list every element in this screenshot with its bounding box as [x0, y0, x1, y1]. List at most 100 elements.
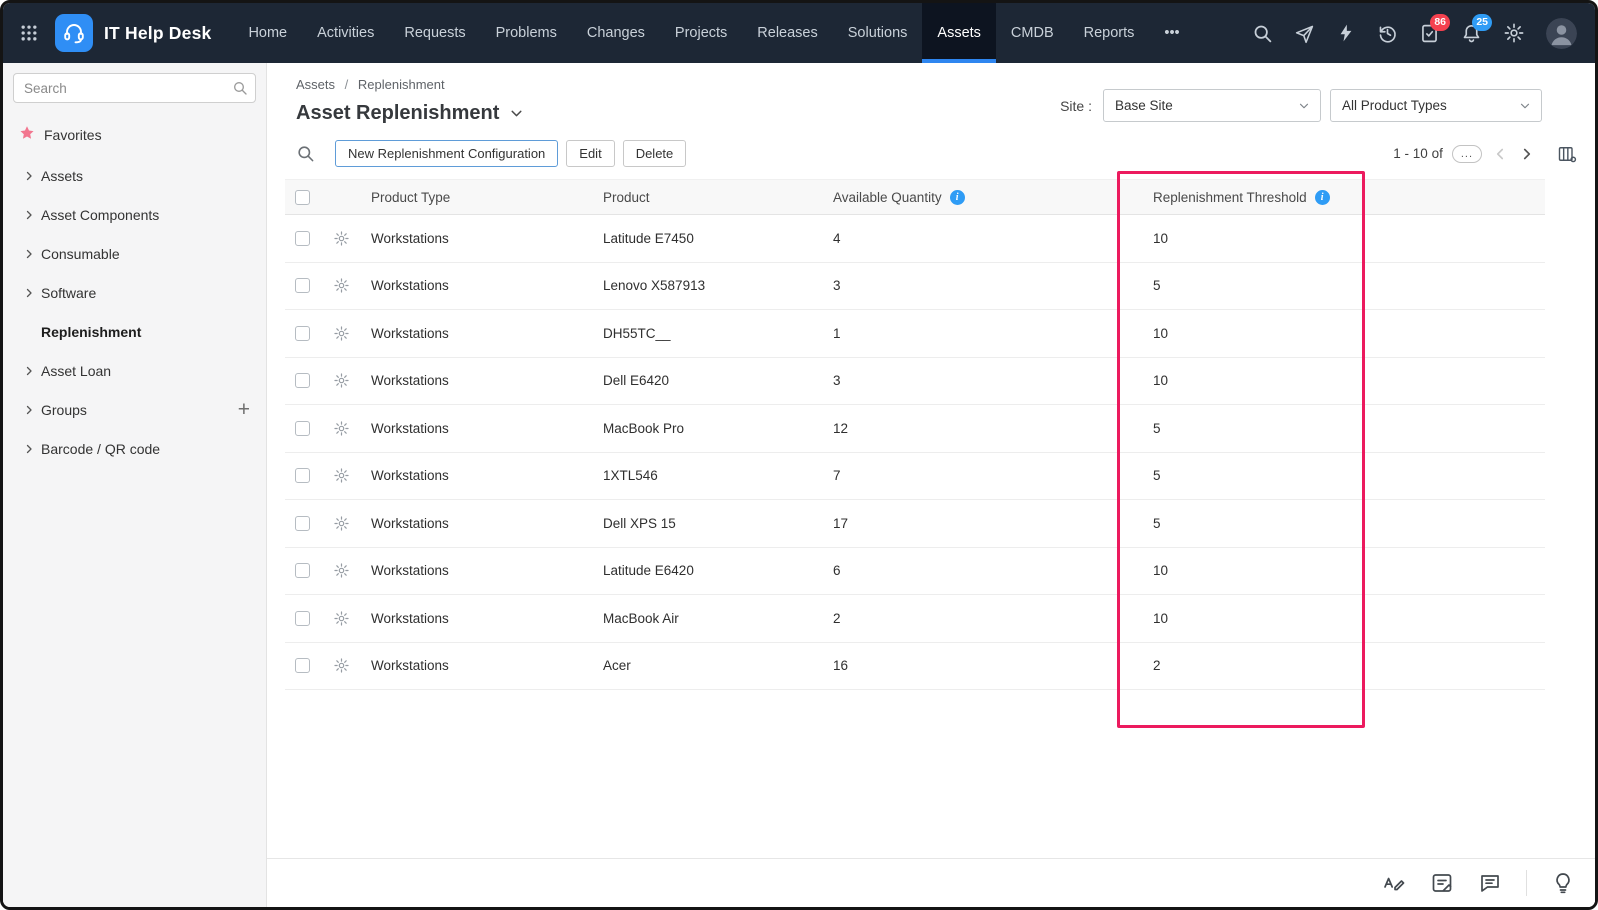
select-all-checkbox[interactable]: [295, 190, 310, 205]
table-row[interactable]: Workstations DH55TC__ 1 10: [285, 310, 1545, 358]
sidebar-item-barcode-qr-code[interactable]: Barcode / QR code +: [3, 429, 266, 468]
row-settings-gear-icon[interactable]: [333, 230, 350, 247]
nav-item-releases[interactable]: Releases: [742, 3, 832, 63]
nav-item-solutions[interactable]: Solutions: [833, 3, 923, 63]
sidebar-item-asset-components[interactable]: Asset Components +: [3, 195, 266, 234]
table-row[interactable]: Workstations Latitude E7450 4 10: [285, 215, 1545, 263]
row-checkbox[interactable]: [295, 231, 310, 246]
nav-item-assets[interactable]: Assets: [922, 3, 996, 63]
feedback-form-icon[interactable]: [1430, 871, 1454, 895]
table-row[interactable]: Workstations MacBook Air 2 10: [285, 595, 1545, 643]
apps-waffle-icon[interactable]: [19, 23, 39, 43]
chevron-right-icon: [23, 404, 35, 416]
chat-icon[interactable]: [1478, 871, 1502, 895]
nav-item-activities[interactable]: Activities: [302, 3, 389, 63]
row-checkbox[interactable]: [295, 468, 310, 483]
chevron-right-icon: [23, 170, 35, 182]
site-select[interactable]: Base Site: [1103, 89, 1321, 122]
row-settings-gear-icon[interactable]: [333, 562, 350, 579]
nav-item-reports[interactable]: Reports: [1069, 3, 1150, 63]
nav-item-requests[interactable]: Requests: [389, 3, 480, 63]
nav-item-projects[interactable]: Projects: [660, 3, 742, 63]
search-icon[interactable]: [1252, 23, 1273, 44]
cell-replenishment-threshold: 5: [1153, 278, 1545, 293]
row-checkbox[interactable]: [295, 658, 310, 673]
cell-available-quantity: 4: [833, 231, 1153, 246]
pagination-next-icon[interactable]: [1518, 145, 1536, 163]
replenishment-threshold-info-icon[interactable]: i: [1315, 190, 1330, 205]
nav-item-problems[interactable]: Problems: [481, 3, 572, 63]
cell-product-type: Workstations: [371, 421, 603, 436]
row-settings-gear-icon[interactable]: [333, 277, 350, 294]
available-quantity-info-icon[interactable]: i: [950, 190, 965, 205]
new-replenishment-configuration-button[interactable]: New Replenishment Configuration: [335, 140, 558, 167]
user-avatar[interactable]: [1546, 18, 1577, 49]
table-row[interactable]: Workstations Latitude E6420 6 10: [285, 548, 1545, 596]
breadcrumb-assets[interactable]: Assets: [296, 77, 335, 92]
column-header-product-type[interactable]: Product Type: [371, 190, 603, 205]
app-logo-headset-icon[interactable]: [55, 14, 93, 52]
sidebar-item-assets[interactable]: Assets +: [3, 156, 266, 195]
product-type-select[interactable]: All Product Types: [1330, 89, 1542, 122]
row-settings-gear-icon[interactable]: [333, 467, 350, 484]
settings-gear-icon[interactable]: [1503, 22, 1525, 44]
chevron-right-icon: [23, 365, 35, 377]
row-settings-gear-icon[interactable]: [333, 515, 350, 532]
nav-item-cmdb[interactable]: CMDB: [996, 3, 1069, 63]
column-header-replenishment-threshold[interactable]: Replenishment Threshold i: [1153, 190, 1545, 205]
sidebar-item-replenishment[interactable]: Replenishment +: [3, 312, 266, 351]
row-settings-gear-icon[interactable]: [333, 657, 350, 674]
row-checkbox[interactable]: [295, 516, 310, 531]
row-checkbox[interactable]: [295, 373, 310, 388]
row-settings-gear-icon[interactable]: [333, 325, 350, 342]
delete-button[interactable]: Delete: [623, 140, 687, 167]
sidebar-item-asset-loan[interactable]: Asset Loan +: [3, 351, 266, 390]
approvals-icon[interactable]: 86: [1419, 23, 1440, 44]
lightbulb-icon[interactable]: [1551, 871, 1575, 895]
row-checkbox[interactable]: [295, 326, 310, 341]
row-checkbox[interactable]: [295, 278, 310, 293]
row-checkbox[interactable]: [295, 611, 310, 626]
sidebar-item-consumable[interactable]: Consumable +: [3, 234, 266, 273]
table-row[interactable]: Workstations MacBook Pro 12 5: [285, 405, 1545, 453]
table-row[interactable]: Workstations Acer 16 2: [285, 643, 1545, 691]
row-settings-gear-icon[interactable]: [333, 420, 350, 437]
row-settings-gear-icon[interactable]: [333, 372, 350, 389]
edit-button[interactable]: Edit: [566, 140, 614, 167]
chevron-down-icon: [1518, 99, 1532, 113]
notifications-bell-icon[interactable]: 25: [1461, 23, 1482, 44]
page-title-text: Asset Replenishment: [296, 102, 499, 125]
sidebar-item-favorites[interactable]: Favorites: [3, 115, 266, 156]
column-header-available-quantity[interactable]: Available Quantity i: [833, 190, 1153, 205]
pagination-more-button[interactable]: ...: [1452, 145, 1482, 163]
page-title: Asset Replenishment: [296, 102, 525, 125]
sidebar-search-icon[interactable]: [232, 80, 248, 101]
nav-item-changes[interactable]: Changes: [572, 3, 660, 63]
column-header-product[interactable]: Product: [603, 190, 833, 205]
add-icon[interactable]: +: [238, 399, 250, 420]
pagination-prev-icon[interactable]: [1491, 145, 1509, 163]
table-row[interactable]: Workstations Dell XPS 15 17 5: [285, 500, 1545, 548]
sidebar-item-groups[interactable]: Groups +: [3, 390, 266, 429]
quick-actions-icon[interactable]: [1294, 23, 1315, 44]
table-row[interactable]: Workstations Dell E6420 3 10: [285, 358, 1545, 406]
list-search-icon[interactable]: [296, 144, 315, 163]
zia-flash-icon[interactable]: [1336, 23, 1356, 43]
history-icon[interactable]: [1377, 23, 1398, 44]
sidebar-search-input[interactable]: [13, 73, 256, 103]
row-settings-gear-icon[interactable]: [333, 610, 350, 627]
column-settings-icon[interactable]: [1557, 144, 1577, 164]
handwriting-icon[interactable]: [1382, 871, 1406, 895]
table-row[interactable]: Workstations Lenovo X587913 3 5: [285, 263, 1545, 311]
table-row[interactable]: Workstations 1XTL546 7 5: [285, 453, 1545, 501]
cell-product: Dell E6420: [603, 373, 833, 388]
cell-replenishment-threshold: 10: [1153, 611, 1545, 626]
row-checkbox[interactable]: [295, 563, 310, 578]
nav-item-home[interactable]: Home: [233, 3, 302, 63]
filters: Site : Base Site All Product Types: [1060, 89, 1542, 122]
title-chevron-down-icon[interactable]: [508, 105, 525, 122]
sidebar-item-label: Replenishment: [41, 324, 141, 340]
row-checkbox[interactable]: [295, 421, 310, 436]
sidebar-item-software[interactable]: Software +: [3, 273, 266, 312]
nav-item-more[interactable]: •••: [1149, 3, 1194, 63]
